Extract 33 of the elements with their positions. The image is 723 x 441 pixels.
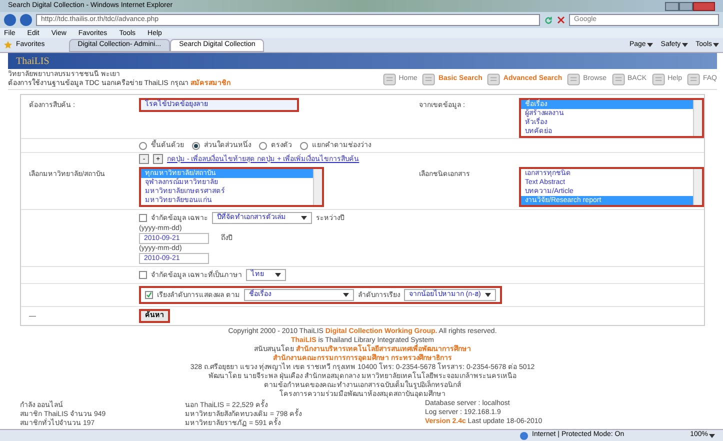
- caret-icon: [646, 43, 653, 47]
- caret-icon: [682, 43, 688, 47]
- site-logo: ThaiLIS: [16, 54, 50, 68]
- page-icon: [686, 72, 702, 86]
- minimize-icon[interactable]: [665, 2, 679, 10]
- checkbox[interactable]: [139, 271, 147, 279]
- page-icon: [650, 72, 667, 86]
- globe-icon: [520, 432, 528, 440]
- caret-icon: [274, 273, 281, 277]
- caret-icon: [713, 43, 719, 47]
- page-icon: [382, 72, 398, 86]
- caret-icon: [342, 293, 349, 297]
- radio-button[interactable]: [259, 142, 267, 150]
- checkbox[interactable]: [145, 291, 153, 299]
- scrollbar[interactable]: [693, 100, 702, 136]
- radio-button[interactable]: [192, 142, 200, 150]
- page-icon: [421, 72, 438, 86]
- caret-icon: [300, 216, 307, 220]
- close-icon[interactable]: [693, 2, 715, 10]
- radio-button[interactable]: [300, 142, 308, 150]
- scrollbar[interactable]: [693, 169, 702, 205]
- maximize-icon[interactable]: [679, 2, 693, 10]
- page-icon: [610, 72, 627, 86]
- star-icon: [4, 41, 12, 49]
- refresh-icon[interactable]: [544, 16, 553, 24]
- caret-icon: [709, 434, 715, 438]
- page-icon: [566, 72, 582, 86]
- checkbox[interactable]: [139, 214, 147, 222]
- stop-icon[interactable]: [557, 16, 565, 24]
- page-icon: [486, 72, 502, 86]
- caret-icon: [484, 293, 491, 297]
- scrollbar[interactable]: [313, 169, 322, 205]
- radio-button[interactable]: [139, 142, 147, 150]
